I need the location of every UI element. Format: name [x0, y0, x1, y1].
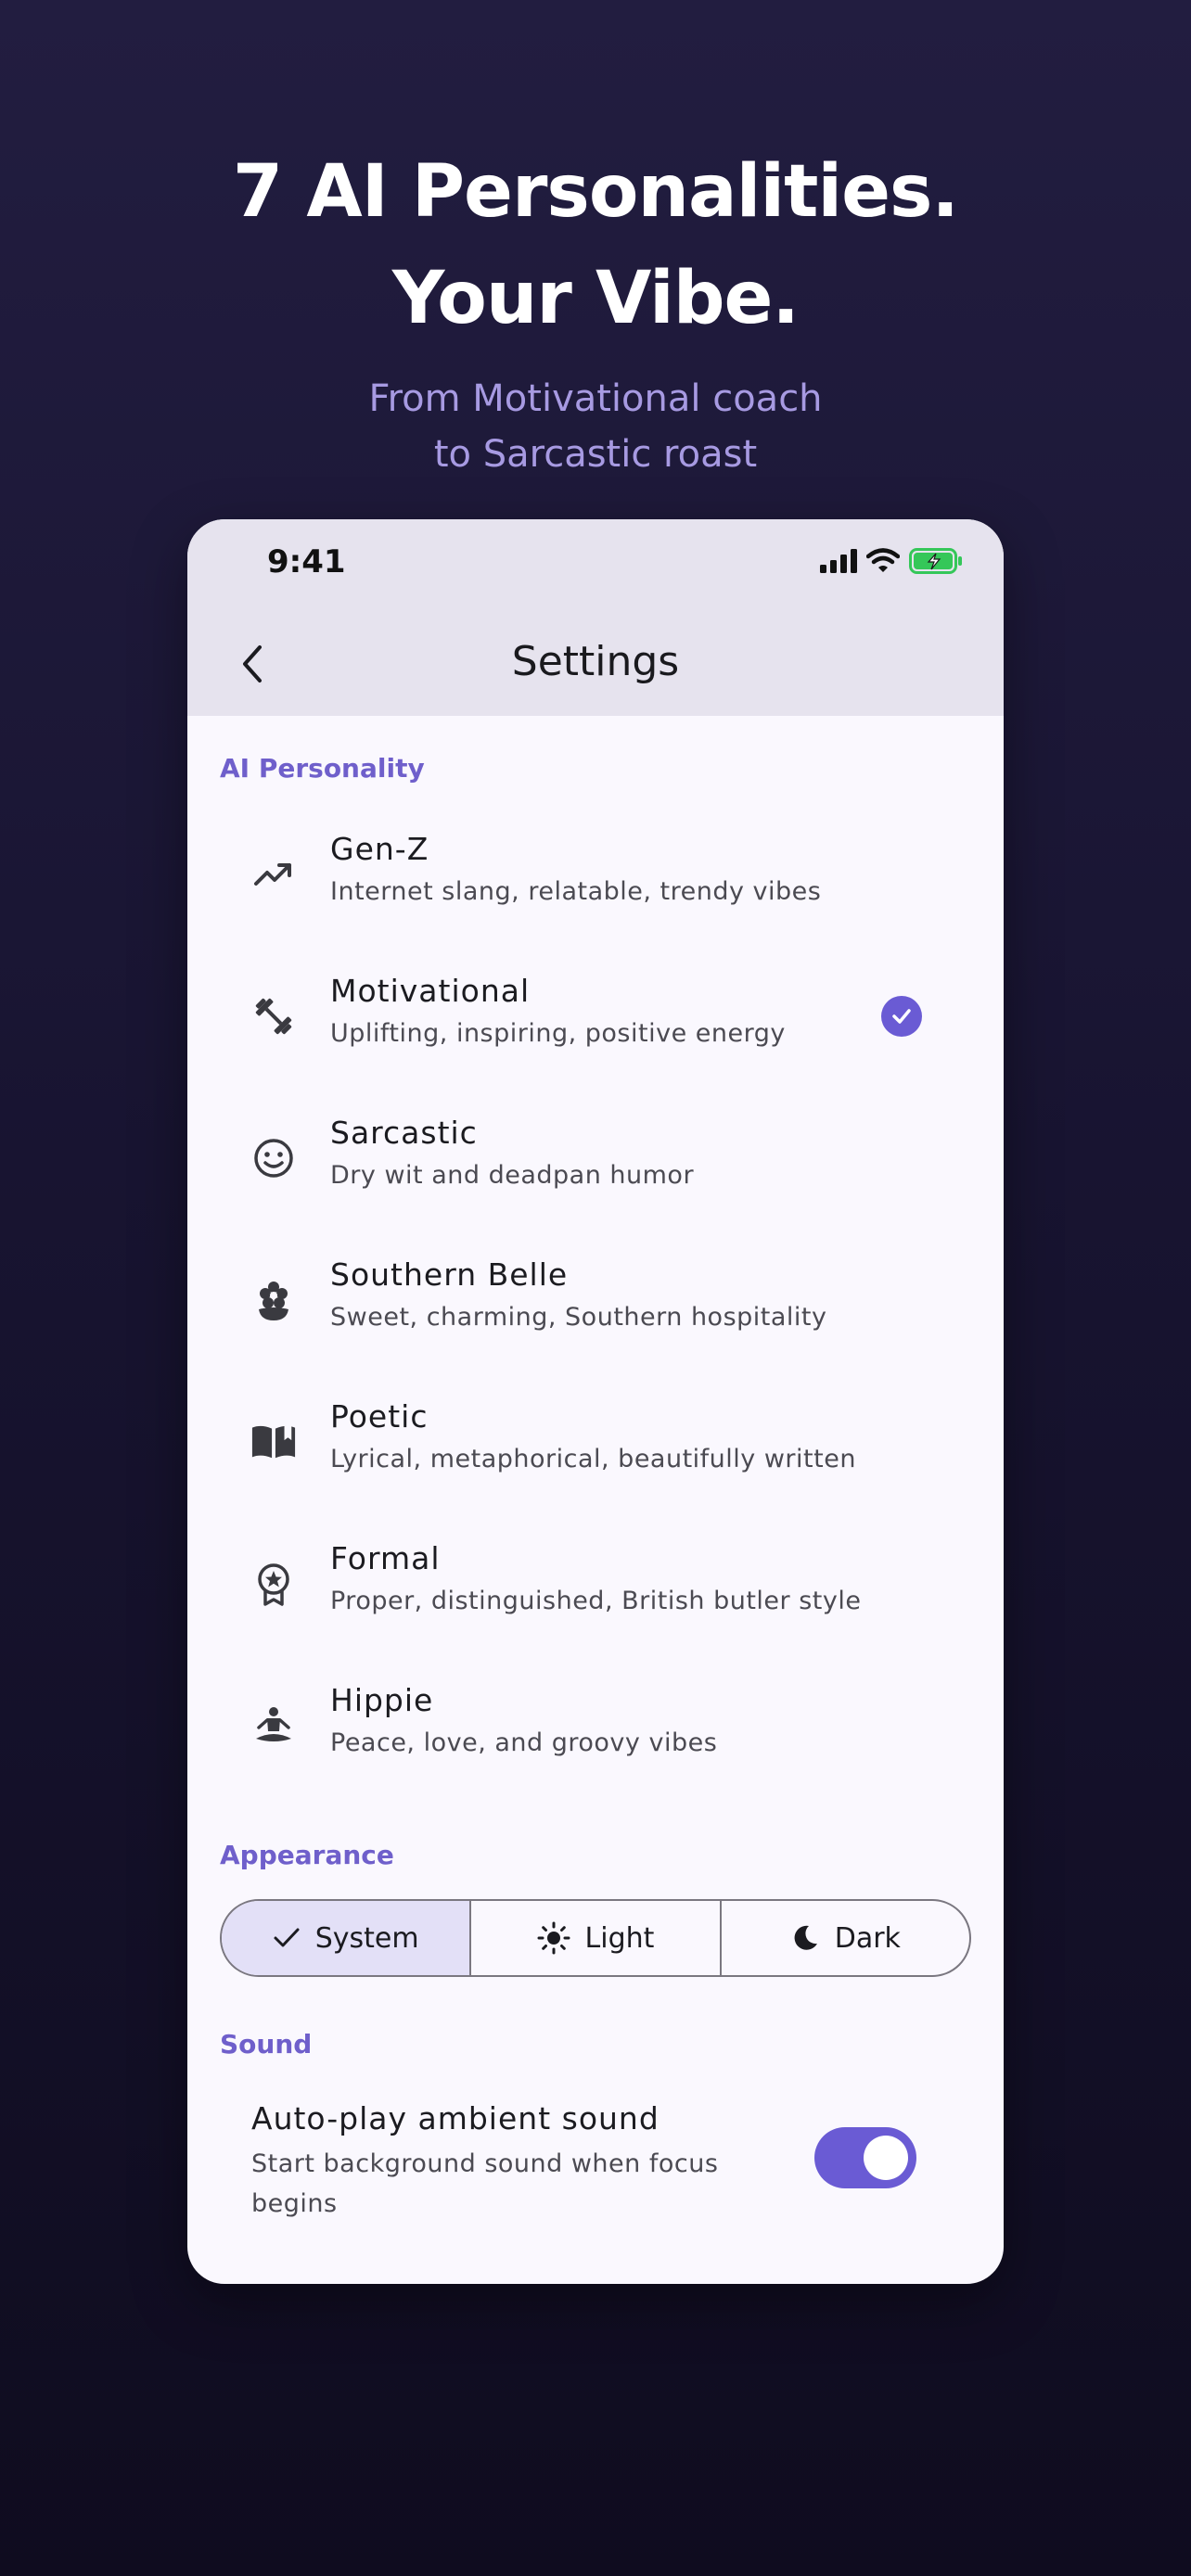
hero-subtitle: From Motivational coach to Sarcastic roa…	[0, 371, 1191, 482]
book-icon	[250, 1419, 297, 1465]
award-icon	[250, 1561, 297, 1607]
personality-desc: Proper, distinguished, British butler st…	[330, 1587, 862, 1615]
appearance-option-label: Dark	[834, 1921, 901, 1955]
personality-desc: Internet slang, relatable, trendy vibes	[330, 877, 822, 906]
hero-title-line1: 7 AI Personalities.	[232, 150, 959, 234]
trending-up-icon	[250, 851, 297, 898]
flower-icon	[250, 1277, 297, 1323]
personality-item-poetic[interactable]: Poetic Lyrical, metaphorical, beautifull…	[187, 1371, 1004, 1512]
personality-desc: Uplifting, inspiring, positive energy	[330, 1019, 786, 1048]
status-time: 9:41	[267, 543, 346, 580]
personality-name: Motivational	[330, 973, 531, 1009]
personality-name: Gen-Z	[330, 831, 429, 867]
appearance-option-dark[interactable]: Dark	[722, 1901, 969, 1975]
hero-title: 7 AI Personalities. Your Vibe.	[0, 139, 1191, 352]
autoplay-sound-title: Auto-play ambient sound	[251, 2100, 660, 2136]
status-icons	[820, 547, 963, 575]
personality-name: Sarcastic	[330, 1115, 478, 1151]
personality-item-hippie[interactable]: Hippie Peace, love, and groovy vibes	[187, 1654, 1004, 1796]
personality-name: Hippie	[330, 1682, 434, 1718]
nav-bar: Settings	[187, 612, 1004, 716]
personality-name: Formal	[330, 1540, 441, 1576]
smiley-icon	[250, 1135, 297, 1181]
dumbbell-icon	[250, 993, 297, 1039]
section-label-personality: AI Personality	[220, 753, 425, 784]
hero-subtitle-line2: to Sarcastic roast	[433, 433, 758, 476]
check-icon	[274, 1928, 300, 1947]
personality-desc: Lyrical, metaphorical, beautifully writt…	[330, 1445, 856, 1473]
signal-icon	[820, 549, 857, 573]
personality-desc: Sweet, charming, Southern hospitality	[330, 1303, 827, 1332]
phone-frame: 9:41 Settings AI Personality Gen-Z Inter…	[187, 519, 1004, 2284]
personality-item-motivational[interactable]: Motivational Uplifting, inspiring, posit…	[187, 945, 1004, 1087]
hero-subtitle-line1: From Motivational coach	[368, 377, 823, 420]
personality-name: Southern Belle	[330, 1256, 569, 1293]
personality-item-sarcastic[interactable]: Sarcastic Dry wit and deadpan humor	[187, 1087, 1004, 1229]
personality-item-genz[interactable]: Gen-Z Internet slang, relatable, trendy …	[187, 803, 1004, 945]
appearance-option-label: Light	[584, 1921, 655, 1955]
toggle-knob	[864, 2136, 908, 2180]
personality-name: Poetic	[330, 1398, 429, 1435]
battery-icon	[909, 548, 962, 574]
section-label-sound: Sound	[220, 2029, 313, 2060]
appearance-option-label: System	[314, 1921, 419, 1955]
autoplay-sound-desc: Start background sound when focus begins	[251, 2149, 719, 2218]
personality-desc: Peace, love, and groovy vibes	[330, 1728, 718, 1757]
appearance-option-light[interactable]: Light	[471, 1901, 722, 1975]
selected-check-icon	[881, 995, 922, 1037]
personality-item-formal[interactable]: Formal Proper, distinguished, British bu…	[187, 1512, 1004, 1654]
page-title: Settings	[511, 638, 680, 685]
appearance-segmented-control: System Light Dark	[220, 1899, 971, 1977]
status-bar: 9:41	[187, 519, 1004, 612]
wifi-icon	[866, 548, 900, 572]
meditation-icon	[250, 1702, 297, 1749]
moon-icon	[794, 1925, 817, 1950]
personality-item-southern-belle[interactable]: Southern Belle Sweet, charming, Southern…	[187, 1229, 1004, 1371]
section-label-appearance: Appearance	[220, 1840, 394, 1870]
autoplay-sound-toggle[interactable]	[814, 2127, 916, 2188]
sun-icon	[537, 1921, 570, 1955]
personality-desc: Dry wit and deadpan humor	[330, 1161, 695, 1190]
appearance-option-system[interactable]: System	[222, 1901, 472, 1975]
hero-title-line2: Your Vibe.	[391, 257, 800, 340]
